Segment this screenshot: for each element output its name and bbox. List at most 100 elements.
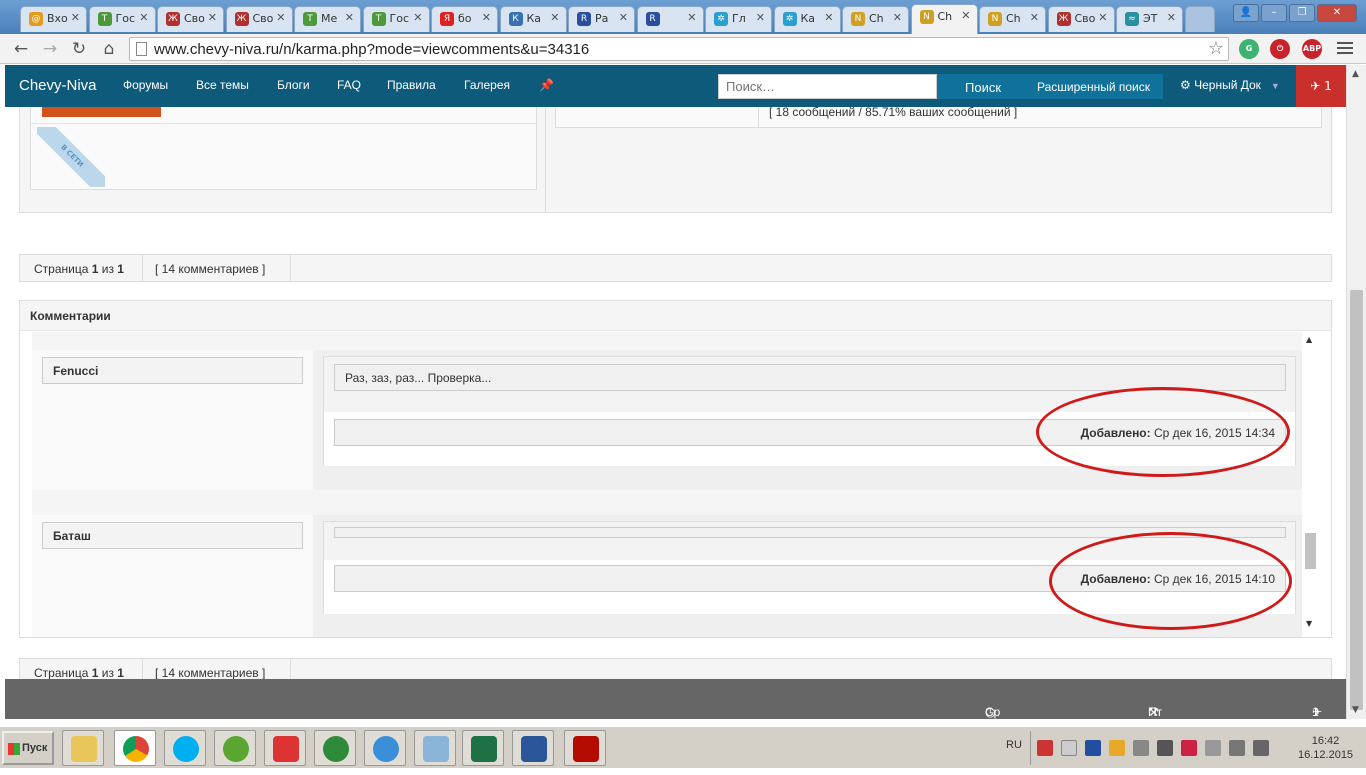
browser-tab[interactable]: N Ch ✕ (910, 4, 978, 34)
browser-tab[interactable]: T Ме ✕ (294, 6, 361, 32)
language-indicator[interactable]: RU (1006, 739, 1022, 751)
scrollbar-thumb[interactable] (1350, 290, 1363, 710)
close-tab-icon[interactable]: ✕ (619, 11, 628, 24)
browser-tab[interactable]: ✲ Гл ✕ (705, 6, 772, 32)
browser-tab[interactable]: ≈ ЭТ ✕ (1116, 6, 1183, 32)
browser-tab[interactable]: T Гос ✕ (88, 6, 156, 32)
browser-tab[interactable]: T Гос ✕ (362, 6, 430, 32)
grammarly-icon[interactable]: G (1239, 39, 1259, 59)
browser-tab[interactable]: Ябо ✕ (431, 6, 498, 32)
ie-taskbar-icon[interactable] (364, 730, 406, 766)
ccleaner-taskbar-icon[interactable] (264, 730, 306, 766)
browser-tab[interactable]: Ж Сво ✕ (1047, 6, 1115, 32)
bookmark-star-icon[interactable]: ☆ (1208, 38, 1224, 59)
close-tab-icon[interactable]: ✕ (1098, 11, 1107, 24)
close-tab-icon[interactable]: ✕ (893, 11, 902, 24)
nav-all-topics[interactable]: Все темы (196, 78, 249, 92)
user-menu[interactable]: ⚙ Черный Док ▼ (1180, 78, 1280, 92)
tray-app-icon[interactable] (1037, 740, 1053, 756)
close-tab-icon[interactable]: ✕ (413, 11, 422, 24)
tray-app-icon[interactable] (1133, 740, 1149, 756)
online-badge: В СЕТИ (37, 127, 105, 187)
pdf-reader-taskbar-icon[interactable] (564, 730, 606, 766)
tab-label: Ка (800, 12, 816, 25)
close-tab-icon[interactable]: ✕ (1030, 11, 1039, 24)
browser-tab[interactable]: Ж Сво ✕ (225, 6, 293, 32)
tray-app-icon[interactable] (1181, 740, 1197, 756)
forward-icon[interactable]: → (39, 38, 61, 60)
minimize-button[interactable]: – (1261, 4, 1287, 22)
browser-tab[interactable]: N Ch ✕ (979, 6, 1046, 32)
system-clock[interactable]: 16:42 16.12.2015 (1298, 734, 1353, 762)
close-tab-icon[interactable]: ✕ (276, 11, 285, 24)
browser-tab[interactable]: R ✕ (636, 6, 704, 32)
nav-blogs[interactable]: Блоги (277, 78, 310, 92)
monitor-icon[interactable] (1157, 740, 1173, 756)
volume-icon[interactable] (1253, 740, 1269, 756)
close-tab-icon[interactable]: ✕ (756, 11, 765, 24)
browser-tab[interactable]: @ Вхо ✕ (20, 6, 87, 32)
usb-icon[interactable] (1205, 740, 1221, 756)
comment-author[interactable]: Баташ (42, 522, 303, 549)
scroll-down-icon[interactable]: ▼ (1306, 619, 1312, 628)
browser-tab[interactable]: N Ch ✕ (842, 6, 909, 32)
network-icon[interactable] (1229, 740, 1245, 756)
word-taskbar-icon[interactable] (512, 730, 554, 766)
close-tab-icon[interactable]: ✕ (208, 11, 217, 24)
scroll-down-icon[interactable]: ▼ (1352, 705, 1359, 715)
search-input[interactable] (718, 74, 937, 99)
close-tab-icon[interactable]: ✕ (550, 11, 559, 24)
mail-agent-taskbar-icon[interactable] (314, 730, 356, 766)
reload-icon[interactable]: ↻ (68, 38, 90, 60)
close-tab-icon[interactable]: ✕ (139, 11, 148, 24)
site-brand[interactable]: Chevy-Niva (19, 77, 97, 94)
search-button[interactable]: Поиск (965, 80, 1001, 95)
start-button[interactable]: Пуск (2, 731, 54, 765)
close-tab-icon[interactable]: ✕ (345, 11, 354, 24)
privacy-extension-icon[interactable]: ⏻ (1270, 39, 1290, 59)
home-icon[interactable]: ⌂ (98, 38, 120, 60)
comment-author[interactable]: Fenucci (42, 357, 303, 384)
keyboard-layout-icon[interactable] (1085, 740, 1101, 756)
utorrent-taskbar-icon[interactable] (214, 730, 256, 766)
tray-app-icon[interactable] (1109, 740, 1125, 756)
mail-icon[interactable] (1061, 740, 1077, 756)
close-tab-icon[interactable]: ✕ (1167, 11, 1176, 24)
close-tab-icon[interactable]: ✕ (824, 11, 833, 24)
page-scrollbar[interactable]: ▲ ▼ (1346, 65, 1366, 719)
pin-icon[interactable]: 📌 (539, 78, 554, 92)
notebook-taskbar-icon[interactable] (414, 730, 456, 766)
address-bar[interactable]: www.chevy-niva.ru/n/karma.php?mode=viewc… (129, 37, 1229, 61)
close-tab-icon[interactable]: ✕ (687, 11, 696, 24)
browser-tab[interactable]: К Ка ✕ (499, 6, 567, 32)
close-window-button[interactable]: ✕ (1317, 4, 1357, 22)
skype-taskbar-icon[interactable] (164, 730, 206, 766)
back-icon[interactable]: ← (10, 38, 32, 60)
nav-gallery[interactable]: Галерея (464, 78, 510, 92)
scroll-up-icon[interactable]: ▲ (1352, 69, 1359, 79)
comments-scrollbar[interactable]: ▲ ▼ (1303, 332, 1318, 637)
browser-menu-icon[interactable] (1337, 42, 1353, 56)
close-tab-icon[interactable]: ✕ (961, 9, 970, 22)
advanced-search-link[interactable]: Расширенный поиск (1037, 80, 1150, 94)
annotation-circle (1036, 387, 1290, 477)
notifications-button[interactable]: ✈ 1 (1296, 65, 1346, 107)
close-tab-icon[interactable]: ✕ (482, 11, 491, 24)
browser-tab[interactable]: ✲ Ка ✕ (773, 6, 841, 32)
nav-rules[interactable]: Правила (387, 78, 436, 92)
chrome-taskbar-icon[interactable] (114, 730, 156, 766)
user-profile-button[interactable]: 👤 (1233, 4, 1259, 22)
restore-button[interactable]: ❐ (1289, 4, 1315, 22)
adblock-icon[interactable]: ABP (1302, 39, 1322, 59)
excel-taskbar-icon[interactable] (462, 730, 504, 766)
nav-forums[interactable]: Форумы (123, 78, 168, 92)
new-tab-button[interactable] (1185, 6, 1215, 32)
site-navbar: Chevy-Niva Форумы Все темы Блоги FAQ Пра… (5, 65, 1346, 107)
explorer-taskbar-icon[interactable] (62, 730, 104, 766)
close-tab-icon[interactable]: ✕ (71, 11, 80, 24)
nav-faq[interactable]: FAQ (337, 78, 361, 92)
browser-tab[interactable]: Ж Сво ✕ (157, 6, 224, 32)
browser-tab[interactable]: R Ра ✕ (568, 6, 635, 32)
scrollbar-thumb[interactable] (1305, 533, 1316, 569)
scroll-up-icon[interactable]: ▲ (1306, 335, 1312, 344)
